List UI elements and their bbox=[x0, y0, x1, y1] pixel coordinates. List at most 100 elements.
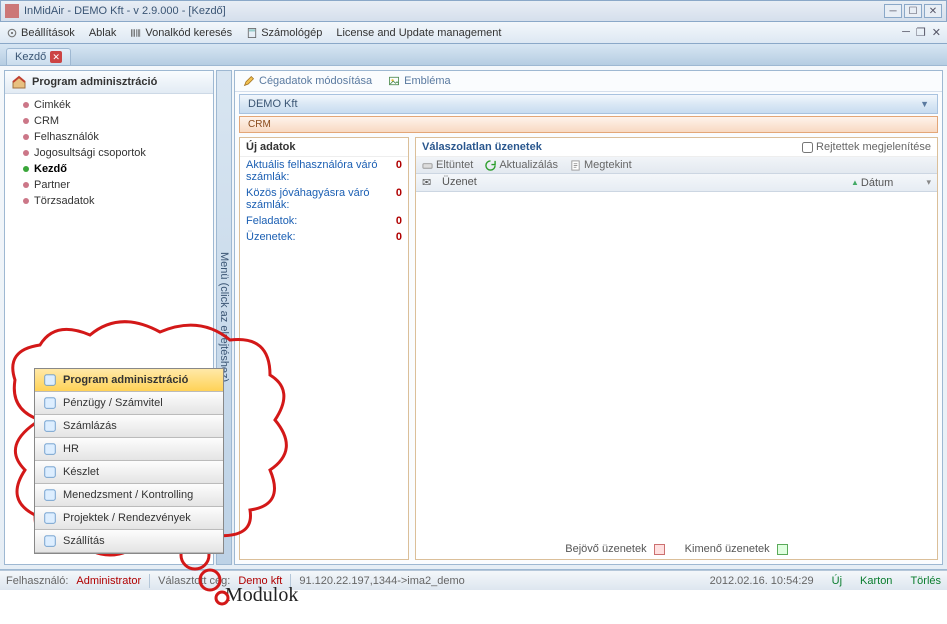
new-data-row[interactable]: Közös jóváhagyásra váró számlák:0 bbox=[240, 185, 408, 213]
col-icon[interactable]: ✉ bbox=[422, 176, 442, 189]
status-new-button[interactable]: Új bbox=[832, 575, 842, 587]
app-icon bbox=[5, 4, 19, 18]
new-data-row[interactable]: Aktuális felhasználóra váró számlák:0 bbox=[240, 157, 408, 185]
sidebar-item-label: Cimkék bbox=[34, 99, 71, 111]
minimize-button[interactable]: ─ bbox=[884, 4, 902, 18]
module-item[interactable]: Szállítás bbox=[35, 530, 223, 553]
edit-company-button[interactable]: Cégadatok módosítása bbox=[243, 75, 372, 87]
module-label: Projektek / Rendezvények bbox=[63, 512, 191, 524]
mdi-close[interactable]: ✕ bbox=[932, 26, 941, 39]
calculator-icon bbox=[246, 27, 258, 39]
sidebar-title: Program adminisztráció bbox=[5, 71, 213, 94]
window-titlebar: InMidAir - DEMO Kft - v 2.9.000 - [Kezdő… bbox=[0, 0, 947, 22]
document-tabstrip: Kezdő ✕ bbox=[0, 44, 947, 66]
sidebar-item[interactable]: Kezdő bbox=[5, 161, 213, 177]
tab-label: Kezdő bbox=[15, 51, 46, 63]
module-item[interactable]: Készlet bbox=[35, 461, 223, 484]
module-item[interactable]: Pénzügy / Számvitel bbox=[35, 392, 223, 415]
status-user-label: Felhasználó: bbox=[6, 575, 68, 587]
module-item[interactable]: Projektek / Rendezvények bbox=[35, 507, 223, 530]
status-datetime: 2012.02.16. 10:54:29 bbox=[710, 575, 814, 587]
col-date[interactable]: ▲Dátum ▾ bbox=[851, 176, 931, 189]
tab-close-button[interactable]: ✕ bbox=[50, 51, 62, 63]
module-label: Készlet bbox=[63, 466, 99, 478]
status-card-button[interactable]: Karton bbox=[860, 575, 892, 587]
status-bar: Felhasználó: Administrator Választott cé… bbox=[0, 570, 947, 590]
person-icon bbox=[43, 442, 57, 456]
sidebar-item[interactable]: Cimkék bbox=[5, 97, 213, 113]
window-controls: ─ ☐ ✕ bbox=[884, 4, 942, 18]
menu-license[interactable]: License and Update management bbox=[336, 27, 501, 39]
new-data-row[interactable]: Feladatok:0 bbox=[240, 213, 408, 229]
messages-legend: Bejövő üzenetek Kimenő üzenetek bbox=[416, 539, 937, 559]
sidebar-item[interactable]: Felhasználók bbox=[5, 129, 213, 145]
logo-button[interactable]: Embléma bbox=[388, 75, 450, 87]
tab-kezdo[interactable]: Kezdő ✕ bbox=[6, 48, 71, 65]
menu-barcode[interactable]: Vonalkód keresés bbox=[130, 27, 232, 39]
menu-calculator[interactable]: Számológép bbox=[246, 27, 322, 39]
menu-window[interactable]: Ablak bbox=[89, 27, 117, 39]
company-name: DEMO Kft bbox=[248, 98, 298, 110]
module-label: HR bbox=[63, 443, 79, 455]
legend-outgoing: Kimenő üzenetek bbox=[685, 543, 788, 555]
chart-icon bbox=[43, 488, 57, 502]
sort-asc-icon: ▲ bbox=[851, 178, 859, 187]
status-delete-button[interactable]: Törlés bbox=[910, 575, 941, 587]
maximize-button[interactable]: ☐ bbox=[904, 4, 922, 18]
sidebar-item[interactable]: Törzsadatok bbox=[5, 193, 213, 209]
messages-title: Válaszolatlan üzenetek bbox=[422, 141, 542, 153]
view-message-button[interactable]: Megtekint bbox=[570, 159, 632, 171]
module-label: Számlázás bbox=[63, 420, 117, 432]
status-company-label: Választott cég: bbox=[158, 575, 230, 587]
messages-columns: ✉ Üzenet ▲Dátum ▾ bbox=[416, 174, 937, 192]
new-data-row[interactable]: Üzenetek:0 bbox=[240, 229, 408, 245]
company-band[interactable]: DEMO Kft ▼ bbox=[239, 94, 938, 114]
bullet-icon bbox=[23, 134, 29, 140]
close-button[interactable]: ✕ bbox=[924, 4, 942, 18]
column-menu-icon[interactable]: ▾ bbox=[926, 177, 931, 188]
bullet-icon bbox=[23, 198, 29, 204]
sidebar-item-label: Partner bbox=[34, 179, 70, 191]
new-data-title: Új adatok bbox=[240, 138, 408, 157]
bullet-icon bbox=[23, 102, 29, 108]
module-item[interactable]: HR bbox=[35, 438, 223, 461]
refresh-icon bbox=[485, 160, 496, 171]
module-label: Program adminisztráció bbox=[63, 374, 188, 386]
mdi-minimize[interactable]: ─ bbox=[902, 26, 910, 39]
crm-band: CRM bbox=[239, 116, 938, 133]
calendar-icon bbox=[43, 511, 57, 525]
sidebar-item[interactable]: Partner bbox=[5, 177, 213, 193]
hide-message-button[interactable]: Eltüntet bbox=[422, 159, 473, 171]
mdi-restore[interactable]: ❐ bbox=[916, 26, 926, 39]
mdi-controls: ─ ❐ ✕ bbox=[902, 26, 941, 39]
sidebar-item[interactable]: Jogosultsági csoportok bbox=[5, 145, 213, 161]
module-item[interactable]: Számlázás bbox=[35, 415, 223, 438]
sidebar-item-label: Felhasználók bbox=[34, 131, 99, 143]
sidebar-item-label: Törzsadatok bbox=[34, 195, 95, 207]
col-message[interactable]: Üzenet bbox=[442, 176, 851, 189]
pencil-icon bbox=[243, 75, 255, 87]
new-data-list: Aktuális felhasználóra váró számlák:0Köz… bbox=[240, 157, 408, 245]
messages-panel: Válaszolatlan üzenetek Rejtettek megjele… bbox=[415, 137, 938, 560]
show-hidden-checkbox[interactable]: Rejtettek megjelenítése bbox=[802, 141, 931, 153]
module-item[interactable]: Menedzsment / Kontrolling bbox=[35, 484, 223, 507]
messages-header: Válaszolatlan üzenetek Rejtettek megjele… bbox=[416, 138, 937, 157]
module-item[interactable]: Program adminisztráció bbox=[35, 369, 223, 392]
sidebar-item-label: CRM bbox=[34, 115, 59, 127]
gear-icon bbox=[6, 27, 18, 39]
invoice-icon bbox=[43, 419, 57, 433]
content-toolbar: Cégadatok módosítása Embléma bbox=[235, 71, 942, 92]
refresh-button[interactable]: Aktualizálás bbox=[485, 159, 558, 171]
truck-icon bbox=[43, 534, 57, 548]
menu-settings[interactable]: Beállítások bbox=[6, 27, 75, 39]
annotation-label: Modulok bbox=[225, 584, 298, 607]
box-icon bbox=[43, 465, 57, 479]
bullet-icon bbox=[23, 166, 29, 172]
show-hidden-input[interactable] bbox=[802, 142, 813, 153]
document-icon bbox=[570, 160, 581, 171]
sidebar-item-label: Kezdő bbox=[34, 163, 67, 175]
new-data-panel: Új adatok Aktuális felhasználóra váró sz… bbox=[239, 137, 409, 560]
sidebar-item[interactable]: CRM bbox=[5, 113, 213, 129]
money-icon bbox=[43, 396, 57, 410]
messages-toolbar: Eltüntet Aktualizálás Megtekint bbox=[416, 157, 937, 174]
